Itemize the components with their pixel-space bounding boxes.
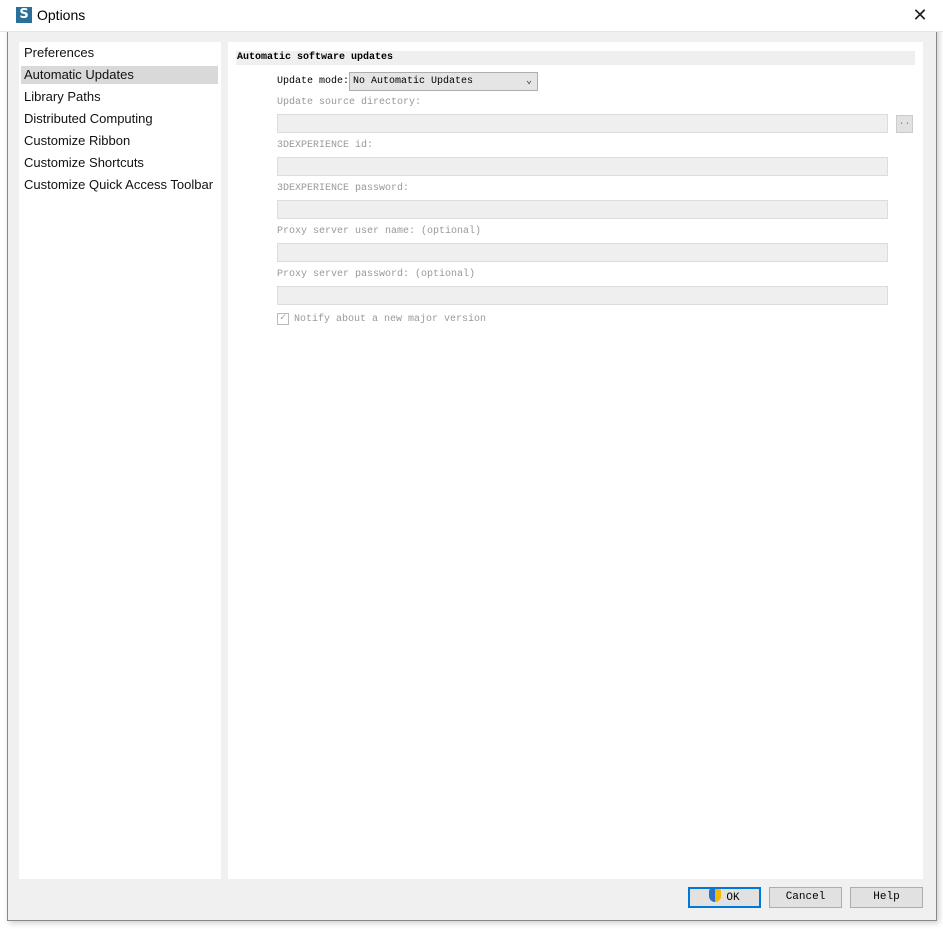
update-mode-label: Update mode: xyxy=(277,76,350,87)
notify-checkbox[interactable]: ✓ xyxy=(277,313,289,325)
proxy-password-input[interactable] xyxy=(277,286,888,305)
browse-button[interactable]: .. xyxy=(896,115,913,133)
password-input[interactable] xyxy=(277,200,888,219)
source-dir-label: Update source directory: xyxy=(277,97,422,108)
section-header: Automatic software updates xyxy=(236,51,915,65)
sidebar-item-customize-shortcuts[interactable]: Customize Shortcuts xyxy=(21,154,218,172)
title-bar: S Options ✕ xyxy=(0,0,943,32)
update-mode-value: No Automatic Updates xyxy=(353,76,474,87)
window-title: Options xyxy=(37,7,86,23)
proxy-user-input[interactable] xyxy=(277,243,888,262)
sidebar-item-distributed-computing[interactable]: Distributed Computing xyxy=(21,110,218,128)
proxy-password-label: Proxy server password: (optional) xyxy=(277,269,476,280)
chevron-down-icon: ⌄ xyxy=(525,76,532,87)
update-mode-select[interactable]: No Automatic Updates ⌄ xyxy=(349,72,538,91)
ok-button[interactable]: OK xyxy=(688,887,761,908)
notify-label: Notify about a new major version xyxy=(294,314,487,325)
help-button[interactable]: Help xyxy=(850,887,923,908)
sidebar-item-library-paths[interactable]: Library Paths xyxy=(21,88,218,106)
proxy-user-label: Proxy server user name: (optional) xyxy=(277,226,482,237)
source-dir-input[interactable] xyxy=(277,114,888,133)
close-icon[interactable]: ✕ xyxy=(906,2,934,28)
sidebar-item-customize-ribbon[interactable]: Customize Ribbon xyxy=(21,132,218,150)
settings-panel: Automatic software updates Update mode: … xyxy=(228,42,923,879)
uac-shield-icon xyxy=(709,889,722,902)
password-label: 3DEXPERIENCE password: xyxy=(277,183,410,194)
ok-label: OK xyxy=(726,892,740,904)
sidebar-item-preferences[interactable]: Preferences xyxy=(21,44,218,62)
id-input[interactable] xyxy=(277,157,888,176)
sidebar-item-customize-quick-access-toolbar[interactable]: Customize Quick Access Toolbar xyxy=(21,176,218,194)
cancel-button[interactable]: Cancel xyxy=(769,887,842,908)
options-category-list: Preferences Automatic Updates Library Pa… xyxy=(19,42,221,879)
app-icon: S xyxy=(16,7,32,23)
id-label: 3DEXPERIENCE id: xyxy=(277,140,374,151)
sidebar-item-automatic-updates[interactable]: Automatic Updates xyxy=(21,66,218,84)
